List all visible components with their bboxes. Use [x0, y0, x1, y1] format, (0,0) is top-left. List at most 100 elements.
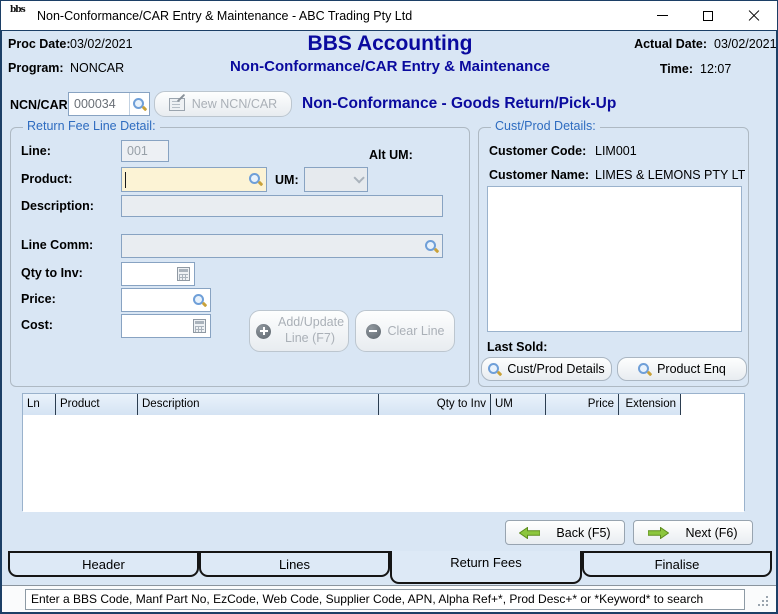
- resize-grip[interactable]: [756, 594, 770, 608]
- line-comm-label: Line Comm:: [21, 238, 94, 252]
- column-header-description[interactable]: Description: [138, 394, 379, 415]
- close-button[interactable]: [731, 1, 777, 30]
- cost-input[interactable]: [121, 314, 211, 338]
- tab-header[interactable]: Header: [8, 551, 199, 577]
- last-sold-label: Last Sold:: [487, 340, 548, 354]
- um-select[interactable]: [304, 167, 368, 192]
- actual-date-label: Actual Date:: [634, 37, 707, 51]
- ncn-search-button[interactable]: [129, 93, 149, 115]
- return-fees-table[interactable]: Ln Product Description Qty to Inv UM Pri…: [22, 393, 745, 512]
- new-ncn-car-button[interactable]: New NCN/CAR: [154, 91, 292, 117]
- mode-title: Non-Conformance - Goods Return/Pick-Up: [302, 95, 617, 112]
- tab-lines[interactable]: Lines: [199, 551, 390, 577]
- qty-to-inv-label: Qty to Inv:: [21, 266, 83, 280]
- line-value: 001: [127, 144, 148, 158]
- tab-header-label: Header: [82, 557, 125, 572]
- column-header-extension[interactable]: Extension: [619, 394, 681, 415]
- next-button[interactable]: Next (F6): [633, 520, 753, 545]
- arrow-right-icon: [648, 526, 670, 539]
- product-input[interactable]: [121, 167, 267, 192]
- window-controls: [639, 1, 777, 30]
- column-header-um[interactable]: UM: [491, 394, 546, 415]
- window-title: Non-Conformance/CAR Entry & Maintenance …: [37, 8, 413, 23]
- calculator-icon[interactable]: [193, 319, 206, 333]
- add-update-line-button[interactable]: Add/Update Line (F7): [249, 310, 349, 352]
- time-label: Time:: [659, 62, 693, 76]
- customer-code-value: LIM001: [595, 144, 637, 158]
- customer-name-label: Customer Name:: [489, 168, 590, 182]
- maximize-button[interactable]: [685, 1, 731, 30]
- alt-um-label: Alt UM:: [369, 148, 413, 162]
- screen-title: Non-Conformance/CAR Entry & Maintenance: [229, 58, 551, 75]
- line-label: Line:: [21, 144, 51, 158]
- minus-circle-icon: [365, 323, 381, 339]
- new-record-icon: [168, 97, 185, 111]
- clear-line-button[interactable]: Clear Line: [355, 310, 455, 352]
- product-search-icon[interactable]: [249, 173, 262, 186]
- app-title: BBS Accounting: [307, 32, 473, 55]
- column-header-qty-to-inv[interactable]: Qty to Inv: [379, 394, 491, 415]
- column-header-product[interactable]: Product: [56, 394, 138, 415]
- product-enq-button-label: Product Enq: [657, 362, 726, 376]
- tab-return-fees-label: Return Fees: [450, 555, 522, 570]
- cust-prod-details-button[interactable]: Cust/Prod Details: [481, 357, 612, 381]
- status-bar: Enter a BBS Code, Manf Part No, EzCode, …: [2, 585, 776, 612]
- qty-to-inv-input[interactable]: [121, 262, 195, 286]
- price-search-icon[interactable]: [193, 293, 206, 307]
- minimize-button[interactable]: [639, 1, 685, 30]
- maximize-icon: [703, 10, 713, 21]
- description-input: [121, 195, 443, 217]
- search-icon: [638, 362, 651, 376]
- cust-prod-details-panel: [487, 186, 742, 332]
- next-button-label: Next (F6): [685, 525, 738, 540]
- plus-circle-icon: [256, 323, 271, 339]
- time-value: 12:07: [700, 62, 732, 76]
- header-titles: BBS Accounting Non-Conformance/CAR Entry…: [170, 32, 610, 75]
- column-header-ln[interactable]: Ln: [23, 394, 56, 415]
- new-ncn-car-label: New NCN/CAR: [191, 97, 278, 111]
- text-cursor: [125, 171, 126, 188]
- product-enq-button[interactable]: Product Enq: [617, 357, 747, 381]
- minimize-icon: [656, 15, 668, 16]
- line-comm-search-icon[interactable]: [425, 239, 438, 253]
- tab-finalise[interactable]: Finalise: [582, 551, 772, 577]
- tab-finalise-label: Finalise: [654, 557, 700, 572]
- cust-prod-details-button-label: Cust/Prod Details: [507, 362, 605, 376]
- app-window: bbs Non-Conformance/CAR Entry & Maintena…: [0, 0, 778, 614]
- price-input[interactable]: [121, 288, 211, 312]
- chevron-down-icon: [353, 171, 365, 184]
- program-value: NONCAR: [70, 61, 125, 75]
- line-input: 001: [121, 140, 169, 162]
- ncn-car-value: 000034: [74, 97, 116, 111]
- back-button-label: Back (F5): [556, 525, 611, 540]
- search-icon: [488, 362, 501, 376]
- status-message: Enter a BBS Code, Manf Part No, EzCode, …: [25, 589, 745, 610]
- product-label: Product:: [21, 172, 73, 186]
- calculator-icon[interactable]: [177, 267, 190, 281]
- line-comm-input[interactable]: [121, 234, 443, 258]
- back-button[interactable]: Back (F5): [505, 520, 625, 545]
- description-label: Description:: [21, 199, 94, 213]
- ncn-car-input[interactable]: 000034: [68, 92, 150, 116]
- tab-lines-label: Lines: [278, 557, 311, 572]
- arrow-left-icon: [519, 526, 541, 539]
- actual-date-value: 03/02/2021: [714, 37, 777, 51]
- table-header-row: Ln Product Description Qty to Inv UM Pri…: [23, 394, 744, 415]
- column-header-price[interactable]: Price: [546, 394, 619, 415]
- close-icon: [748, 10, 760, 22]
- cust-prod-legend: Cust/Prod Details:: [491, 119, 600, 133]
- clear-line-label: Clear Line: [387, 324, 445, 338]
- search-icon: [133, 97, 146, 111]
- add-update-line-label: Add/Update Line (F7): [278, 315, 345, 345]
- proc-date-value: 03/02/2021: [70, 37, 133, 51]
- proc-date-label: Proc Date:: [8, 37, 71, 51]
- customer-name-value: LIMES & LEMONS PTY LTD: [595, 168, 745, 182]
- title-bar: bbs Non-Conformance/CAR Entry & Maintena…: [1, 1, 777, 31]
- ncn-car-label: NCN/CAR:: [10, 98, 72, 112]
- customer-code-label: Customer Code:: [489, 144, 587, 158]
- tab-return-fees[interactable]: Return Fees: [390, 551, 582, 584]
- table-body[interactable]: [23, 415, 744, 512]
- return-fee-legend: Return Fee Line Detail:: [23, 119, 160, 133]
- price-label: Price:: [21, 292, 56, 306]
- um-label: UM:: [275, 173, 299, 187]
